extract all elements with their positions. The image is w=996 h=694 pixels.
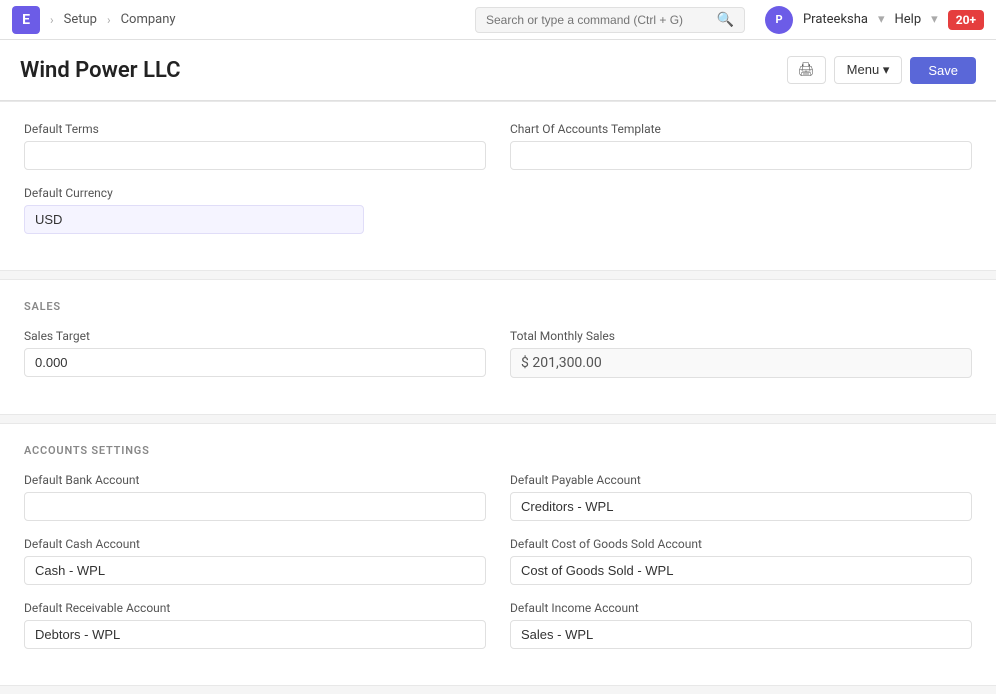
page-actions: 🖨 Menu ▾ Save <box>787 56 976 84</box>
default-cash-account-label: Default Cash Account <box>24 537 486 551</box>
default-currency-group: Default Currency <box>24 186 364 234</box>
breadcrumb-company[interactable]: Company <box>121 12 176 27</box>
default-cash-account-group: Default Cash Account <box>24 537 486 585</box>
defaults-row-2: Default Currency <box>24 186 972 234</box>
default-cogs-account-input[interactable] <box>510 556 972 585</box>
chart-of-accounts-input[interactable] <box>510 141 972 170</box>
search-bar[interactable]: 🔍 <box>475 7 745 33</box>
sales-section-title: SALES <box>24 300 972 313</box>
sales-row-1: Sales Target Total Monthly Sales $ 201,3… <box>24 329 972 378</box>
username-chevron: ▾ <box>878 12 885 27</box>
search-input[interactable] <box>486 13 711 27</box>
sales-target-label: Sales Target <box>24 329 486 343</box>
accounts-row-1: Default Bank Account Default Payable Acc… <box>24 473 972 521</box>
username-label[interactable]: Prateeksha <box>803 12 868 27</box>
default-terms-input[interactable] <box>24 141 486 170</box>
notification-badge[interactable]: 20+ <box>948 10 984 30</box>
accounts-row-3: Default Receivable Account Default Incom… <box>24 601 972 649</box>
default-cogs-account-group: Default Cost of Goods Sold Account <box>510 537 972 585</box>
default-receivable-account-label: Default Receivable Account <box>24 601 486 615</box>
main-content: Default Terms Chart Of Accounts Template… <box>0 101 996 686</box>
total-monthly-sales-label: Total Monthly Sales <box>510 329 972 343</box>
breadcrumb-separator-2: › <box>107 13 111 27</box>
accounts-settings-title: ACCOUNTS SETTINGS <box>24 444 972 457</box>
default-income-account-label: Default Income Account <box>510 601 972 615</box>
placeholder-group <box>388 186 972 234</box>
chart-of-accounts-label: Chart Of Accounts Template <box>510 122 972 136</box>
page-title: Wind Power LLC <box>20 58 181 83</box>
top-navigation: E › Setup › Company 🔍 P Prateeksha ▾ Hel… <box>0 0 996 40</box>
total-monthly-sales-group: Total Monthly Sales $ 201,300.00 <box>510 329 972 378</box>
default-receivable-account-input[interactable] <box>24 620 486 649</box>
default-cash-account-input[interactable] <box>24 556 486 585</box>
defaults-section: Default Terms Chart Of Accounts Template… <box>0 101 996 271</box>
menu-button[interactable]: Menu ▾ <box>834 56 903 84</box>
sales-target-input[interactable] <box>24 348 486 377</box>
help-menu[interactable]: Help <box>895 12 922 27</box>
sales-target-group: Sales Target <box>24 329 486 378</box>
default-payable-account-input[interactable] <box>510 492 972 521</box>
default-payable-account-group: Default Payable Account <box>510 473 972 521</box>
app-logo[interactable]: E <box>12 6 40 34</box>
default-currency-label: Default Currency <box>24 186 364 200</box>
search-icon: 🔍 <box>717 12 734 28</box>
chart-of-accounts-group: Chart Of Accounts Template <box>510 122 972 170</box>
default-terms-label: Default Terms <box>24 122 486 136</box>
page-header: Wind Power LLC 🖨 Menu ▾ Save <box>0 40 996 101</box>
save-button[interactable]: Save <box>910 57 976 84</box>
default-cogs-account-label: Default Cost of Goods Sold Account <box>510 537 972 551</box>
breadcrumb-separator-1: › <box>50 13 54 27</box>
defaults-row-1: Default Terms Chart Of Accounts Template <box>24 122 972 170</box>
help-chevron: ▾ <box>931 12 938 27</box>
avatar: P <box>765 6 793 34</box>
nav-right-section: P Prateeksha ▾ Help ▾ 20+ <box>765 6 984 34</box>
default-income-account-group: Default Income Account <box>510 601 972 649</box>
total-monthly-sales-value: $ 201,300.00 <box>510 348 972 378</box>
print-button[interactable]: 🖨 <box>787 56 826 84</box>
default-receivable-account-group: Default Receivable Account <box>24 601 486 649</box>
default-bank-account-group: Default Bank Account <box>24 473 486 521</box>
default-bank-account-input[interactable] <box>24 492 486 521</box>
default-currency-input[interactable] <box>24 205 364 234</box>
breadcrumb-setup[interactable]: Setup <box>64 12 97 27</box>
sales-section: SALES Sales Target Total Monthly Sales $… <box>0 279 996 415</box>
default-payable-account-label: Default Payable Account <box>510 473 972 487</box>
default-income-account-input[interactable] <box>510 620 972 649</box>
default-terms-group: Default Terms <box>24 122 486 170</box>
accounts-row-2: Default Cash Account Default Cost of Goo… <box>24 537 972 585</box>
default-bank-account-label: Default Bank Account <box>24 473 486 487</box>
accounts-settings-section: ACCOUNTS SETTINGS Default Bank Account D… <box>0 423 996 686</box>
